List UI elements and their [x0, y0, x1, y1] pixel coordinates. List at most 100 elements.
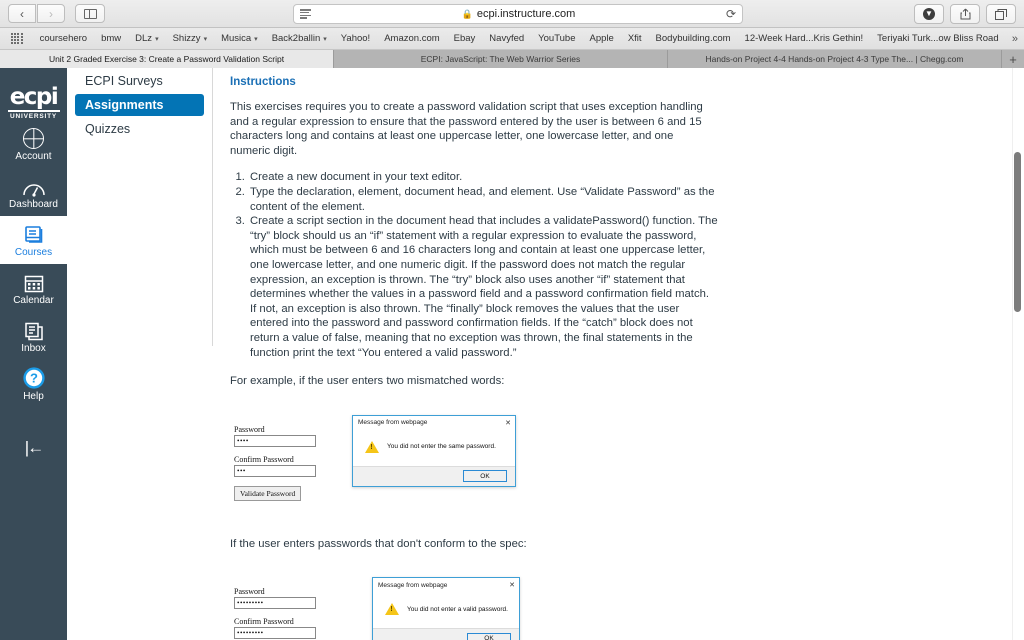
dialog-ok-button[interactable]: OK	[463, 470, 507, 483]
course-nav-item-ecpi-surveys[interactable]: ECPI Surveys	[75, 70, 204, 92]
chevron-down-icon: ▾	[203, 35, 208, 43]
ecpi-logo[interactable]: ecpi UNIVERSITY	[7, 86, 60, 120]
global-nav-label: Courses	[14, 247, 53, 258]
bookmark-amazon[interactable]: Amazon.com	[377, 33, 446, 44]
chevron-down-icon: ▾	[254, 35, 258, 43]
global-nav-item-account[interactable]: Account	[0, 120, 67, 168]
tab-ecpi-javascript[interactable]: ECPI: JavaScript: The Web Warrior Series	[334, 50, 668, 68]
confirm-password-field[interactable]: •••	[234, 464, 316, 477]
bookmark-label: Apple	[589, 33, 614, 44]
course-nav-item-assignments[interactable]: Assignments	[75, 94, 204, 116]
intro-paragraph: This exercises requires you to create a …	[230, 101, 703, 157]
bookmark-shizzy[interactable]: Shizzy ▾	[166, 33, 215, 44]
dialog-body: You did not enter a valid password.	[373, 592, 519, 629]
bookmark-dlz[interactable]: DLz ▾	[128, 33, 165, 44]
downloads-button[interactable]: ▼	[914, 4, 944, 24]
bookmark-bodybuilding[interactable]: Bodybuilding.com	[649, 33, 738, 44]
address-bar[interactable]: 🔒 ecpi.instructure.com ⟳	[293, 4, 743, 24]
bookmark-bmw[interactable]: bmw	[94, 33, 128, 44]
confirm-password-label: Confirm Password	[234, 617, 294, 627]
lock-icon: 🔒	[461, 8, 473, 19]
calendar-icon	[24, 271, 44, 293]
password-field[interactable]: •••••••••	[234, 597, 316, 610]
tab-label: ECPI: JavaScript: The Web Warrior Series	[420, 54, 581, 64]
dialog-ok-button[interactable]: OK	[467, 632, 511, 640]
apps-grid-icon[interactable]	[11, 32, 23, 45]
bookmark-label: Musica	[221, 33, 252, 44]
forward-button[interactable]: ›	[37, 4, 65, 23]
tab-chegg-hands-on-project[interactable]: Hands-on Project 4-4 Hands-on Project 4-…	[668, 50, 1002, 68]
example-1-dialog: Message from webpage ✕ You did not enter…	[352, 414, 516, 487]
bookmark-ebay[interactable]: Ebay	[447, 33, 483, 44]
tab-label: Unit 2 Graded Exercise 3: Create a Passw…	[48, 54, 285, 64]
bookmark-back2ballin[interactable]: Back2ballin ▾	[265, 33, 334, 44]
courses-book-icon	[24, 223, 44, 245]
bookmark-navyfed[interactable]: Navyfed	[482, 33, 531, 44]
global-nav-label: Account	[15, 151, 52, 162]
new-tab-button[interactable]: +	[1002, 50, 1024, 68]
bookmark-label: Back2ballin	[271, 33, 321, 44]
nav-buttons: ‹ ›	[8, 4, 65, 23]
toolbar-right-buttons: ▼	[914, 4, 1016, 24]
close-icon[interactable]: ✕	[505, 419, 511, 427]
reader-view-icon[interactable]	[300, 9, 311, 19]
bookmark-label: YouTube	[538, 33, 576, 44]
bookmark-apple[interactable]: Apple	[583, 33, 621, 44]
bookmark-youtube[interactable]: YouTube	[531, 33, 582, 44]
assignment-content: Instructions This exercises requires you…	[212, 68, 1012, 640]
bookmark-label: DLz	[135, 33, 153, 44]
global-nav-item-courses[interactable]: Courses	[0, 216, 67, 264]
example-1-lead: For example, if the user enters two mism…	[230, 375, 505, 388]
global-navigation: ecpi UNIVERSITY Account Dashboard Course…	[0, 68, 67, 640]
svg-text:?: ?	[30, 371, 38, 386]
bookmark-label: Amazon.com	[384, 33, 440, 44]
forward-icon: ›	[49, 6, 53, 21]
password-field[interactable]: ••••	[234, 434, 316, 447]
global-nav-item-help[interactable]: ? Help	[0, 360, 67, 408]
course-navigation: ECPI Surveys Assignments Quizzes	[67, 68, 212, 640]
tab-unit-2-graded-exercise[interactable]: Unit 2 Graded Exercise 3: Create a Passw…	[0, 50, 334, 68]
bookmark-label: Shizzy	[172, 33, 201, 44]
tab-bar: Unit 2 Graded Exercise 3: Create a Passw…	[0, 50, 1024, 68]
validate-password-button[interactable]: Validate Password	[234, 485, 302, 501]
example-2-lead: If the user enters passwords that don't …	[230, 537, 527, 550]
bookmarks-overflow-button[interactable]: »	[1012, 33, 1018, 45]
vertical-scrollbar[interactable]	[1013, 68, 1022, 640]
close-icon[interactable]: ✕	[509, 581, 515, 589]
chevron-down-icon: ▾	[155, 35, 159, 43]
confirm-password-field[interactable]: •••••••••	[234, 627, 316, 640]
dialog-title: Message from webpage	[358, 419, 428, 427]
bookmark-teriyaki-turk[interactable]: Teriyaki Turk...ow Bliss Road	[870, 33, 1005, 44]
example-2-screenshot: Password ••••••••• Confirm Password ••••…	[230, 565, 992, 640]
scrollbar-thumb[interactable]	[1014, 152, 1021, 312]
bookmark-xfit[interactable]: Xfit	[621, 33, 649, 44]
page-viewport: ecpi UNIVERSITY Account Dashboard Course…	[0, 68, 1024, 640]
dialog-footer: OK	[373, 628, 519, 640]
dialog-title: Message from webpage	[378, 581, 448, 589]
global-nav-item-inbox[interactable]: Inbox	[0, 312, 67, 360]
tab-overview-button[interactable]	[986, 4, 1016, 24]
back-button[interactable]: ‹	[8, 4, 36, 23]
reload-icon[interactable]: ⟳	[726, 7, 736, 21]
dialog-footer: OK	[353, 465, 515, 486]
global-nav-label: Help	[23, 391, 44, 402]
share-button[interactable]	[950, 4, 980, 24]
bookmark-12-week-hard[interactable]: 12-Week Hard...Kris Gethin!	[738, 33, 871, 44]
chevron-down-icon: ▾	[323, 35, 327, 43]
sidebar-toggle-button[interactable]	[75, 4, 105, 23]
course-nav-item-quizzes[interactable]: Quizzes	[75, 118, 204, 140]
global-nav-item-dashboard[interactable]: Dashboard	[0, 168, 67, 216]
help-question-icon: ?	[22, 367, 45, 389]
example-1-screenshot: Password •••• Confirm Password ••• Valid…	[230, 403, 992, 521]
collapse-nav-icon[interactable]: |←	[25, 438, 44, 458]
confirm-password-label: Confirm Password	[234, 454, 294, 464]
course-nav-label: Assignments	[85, 98, 164, 112]
global-nav-item-calendar[interactable]: Calendar	[0, 264, 67, 312]
bookmark-label: bmw	[101, 33, 122, 44]
example-2-dialog: Message from webpage ✕ You did not enter…	[372, 577, 520, 640]
bookmark-musica[interactable]: Musica ▾	[214, 33, 265, 44]
bookmark-coursehero[interactable]: coursehero	[33, 33, 95, 44]
bookmark-label: coursehero	[39, 33, 88, 44]
tab-label: Hands-on Project 4-4 Hands-on Project 4-…	[705, 54, 964, 64]
bookmark-yahoo[interactable]: Yahoo!	[334, 33, 377, 44]
